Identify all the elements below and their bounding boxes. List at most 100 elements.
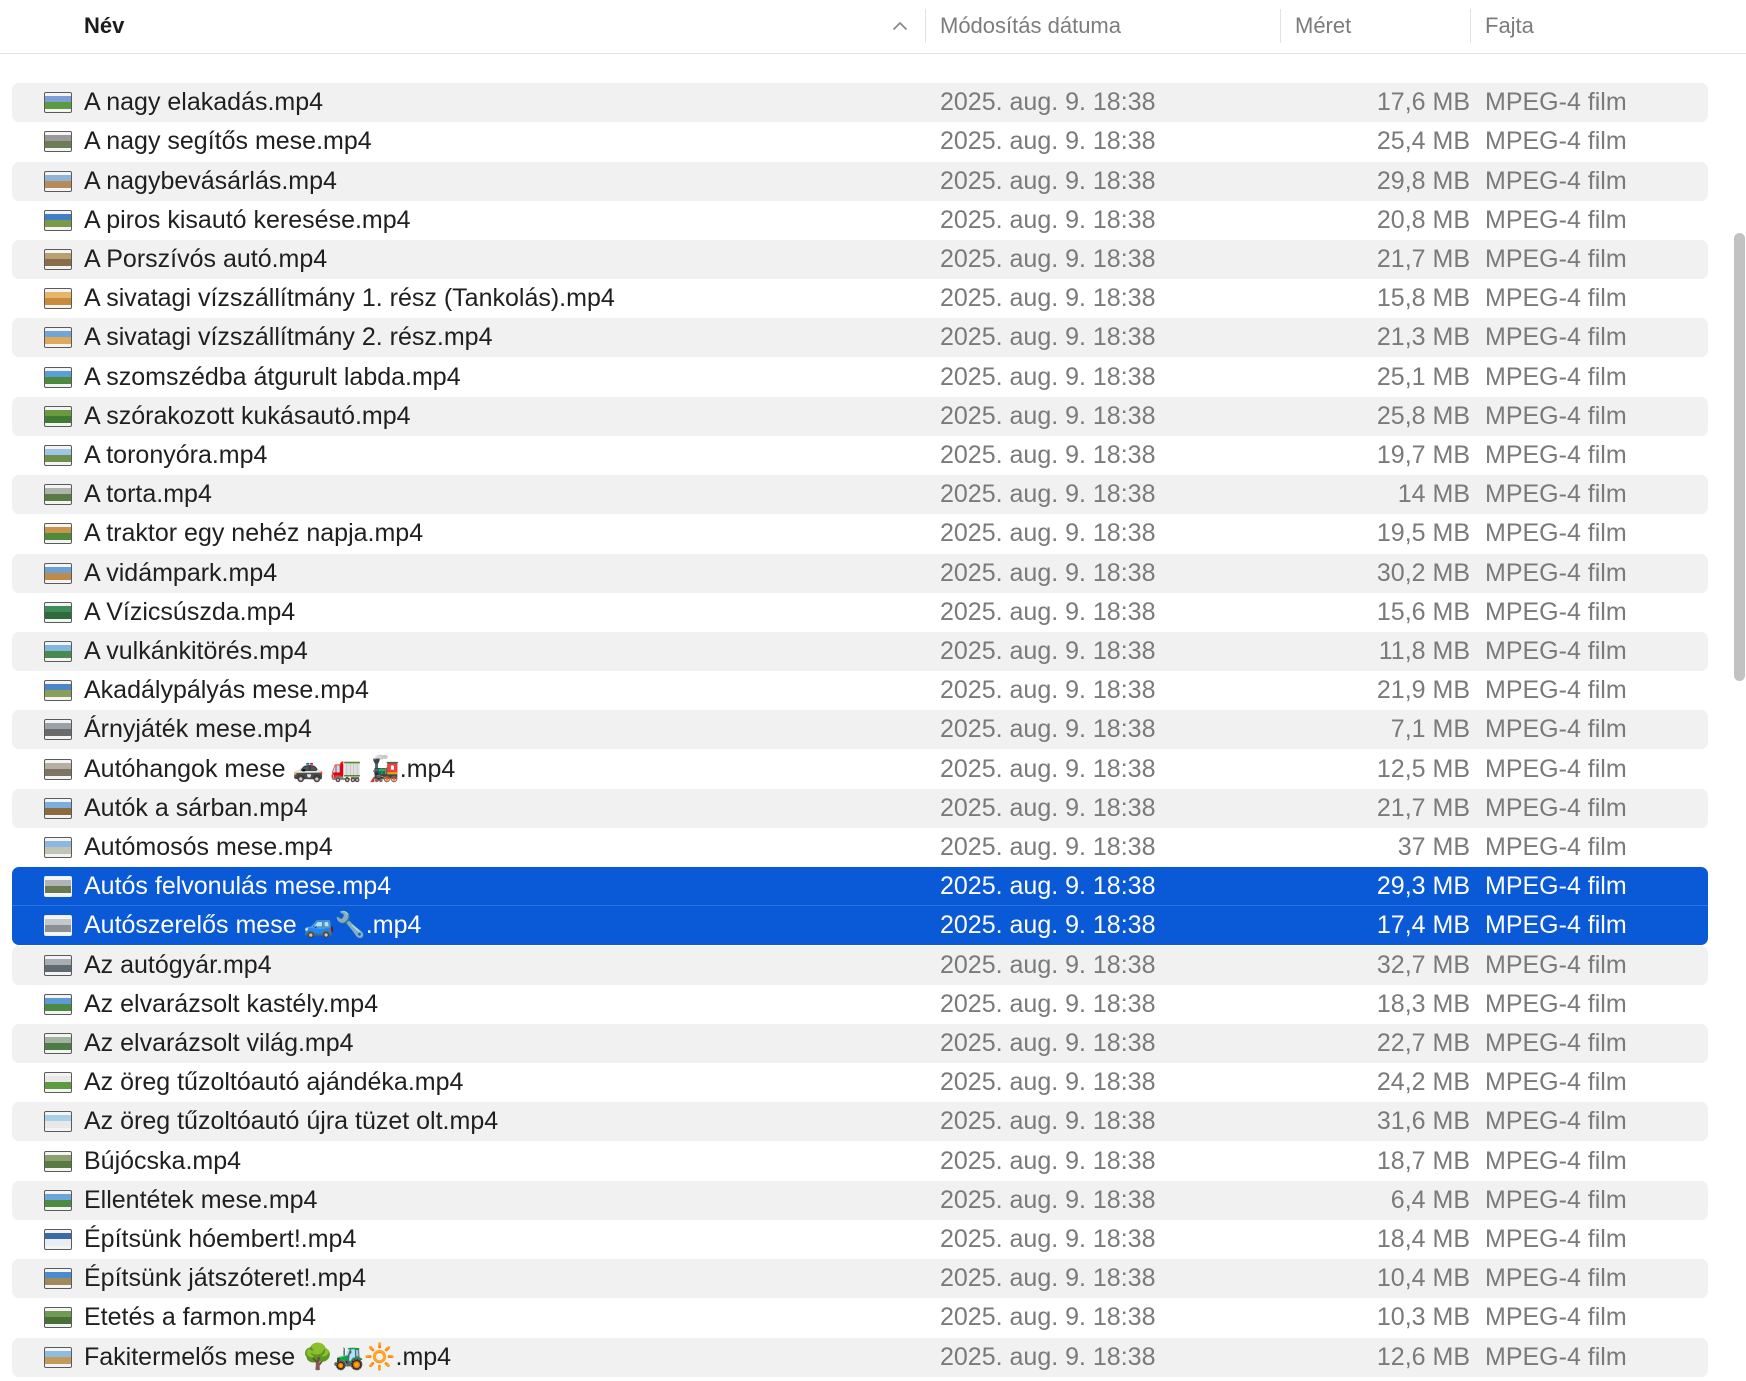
- file-kind: MPEG-4 film: [1485, 558, 1627, 587]
- column-header-kind[interactable]: Fajta: [1485, 0, 1534, 53]
- file-row[interactable]: Autós felvonulás mese.mp4 2025. aug. 9. 1…: [12, 867, 1708, 907]
- column-header-size[interactable]: Méret: [1295, 0, 1351, 53]
- video-thumbnail-icon: [44, 366, 72, 388]
- video-thumbnail-icon: [44, 92, 72, 114]
- file-row[interactable]: Árnyjáték mese.mp4 2025. aug. 9. 18:38 7,1…: [12, 710, 1708, 750]
- file-date-modified: 2025. aug. 9. 18:38: [940, 715, 1156, 744]
- column-header-name[interactable]: Név: [84, 0, 124, 53]
- file-row[interactable]: Az öreg tűzoltóautó ajándéka.mp4 2025. au…: [12, 1063, 1708, 1102]
- file-row[interactable]: Akadálypályás mese.mp4 2025. aug. 9. 18:3…: [12, 671, 1708, 710]
- file-name: A piros kisautó keresése.mp4: [84, 205, 411, 234]
- file-row[interactable]: A szórakozott kukásautó.mp4 2025. aug. 9.…: [12, 396, 1708, 436]
- video-thumbnail-icon: [44, 797, 72, 819]
- file-name: Autóhangok mese 🚓 🚛 🚂.mp4: [84, 754, 456, 783]
- file-name: Az elvarázsolt kastély.mp4: [84, 989, 379, 1018]
- file-row[interactable]: Autók a sárban.mp4 2025. aug. 9. 18:38 21,…: [12, 788, 1708, 828]
- file-size: 25,4 MB: [1376, 127, 1470, 156]
- sort-ascending-icon[interactable]: [890, 16, 910, 36]
- file-row[interactable]: A sivatagi vízszállítmány 1. rész (Tanko…: [12, 279, 1708, 318]
- file-date-modified: 2025. aug. 9. 18:38: [940, 245, 1156, 273]
- video-thumbnail-icon: [44, 641, 72, 662]
- file-kind: MPEG-4 film: [1485, 597, 1627, 626]
- file-row[interactable]: A vulkánkitörés.mp4 2025. aug. 9. 18:38 11…: [12, 632, 1708, 671]
- column-separator[interactable]: [1280, 9, 1281, 43]
- file-size: 18,3 MB: [1376, 989, 1470, 1018]
- column-separator[interactable]: [925, 9, 926, 43]
- video-thumbnail-icon: [44, 288, 72, 310]
- file-size: 10,4 MB: [1376, 1264, 1470, 1293]
- video-thumbnail-icon: [44, 209, 72, 231]
- file-row[interactable]: Az autógyár.mp4 2025. aug. 9. 18:38 32,7 M…: [12, 945, 1708, 985]
- file-size: 30,2 MB: [1376, 558, 1470, 587]
- file-row[interactable]: A piros kisautó keresése.mp4 2025. aug. 9…: [12, 201, 1708, 240]
- column-header-date-modified[interactable]: Módosítás dátuma: [940, 0, 1121, 53]
- file-kind: MPEG-4 film: [1485, 754, 1627, 783]
- file-name: A Porszívós autó.mp4: [84, 245, 328, 273]
- file-row[interactable]: A Porszívós autó.mp4 2025. aug. 9. 18:38 2…: [12, 240, 1708, 279]
- file-row[interactable]: Ellentétek mese.mp4 2025. aug. 9. 18:38 6,…: [12, 1180, 1708, 1220]
- file-size: 12,5 MB: [1376, 754, 1470, 783]
- column-header-bar: Név Módosítás dátuma Méret Fajta: [0, 0, 1746, 54]
- video-thumbnail-icon: [44, 445, 72, 466]
- file-size: 37 MB: [1397, 833, 1470, 861]
- file-row[interactable]: A toronyóra.mp4 2025. aug. 9. 18:38 19,7 M…: [12, 436, 1708, 475]
- file-date-modified: 2025. aug. 9. 18:38: [940, 754, 1156, 783]
- file-date-modified: 2025. aug. 9. 18:38: [940, 597, 1156, 626]
- file-date-modified: 2025. aug. 9. 18:38: [940, 127, 1156, 156]
- file-row[interactable]: A Vízicsúszda.mp4 2025. aug. 9. 18:38 15,6…: [12, 593, 1708, 632]
- file-row[interactable]: Autószerelős mese 🚙🔧.mp4 2025. aug. 9. 18…: [12, 906, 1708, 946]
- video-thumbnail-icon: [44, 601, 72, 623]
- file-row[interactable]: Autóhangok mese 🚓 🚛 🚂.mp4 2025. aug. 9. 1…: [12, 750, 1708, 789]
- file-date-modified: 2025. aug. 9. 18:38: [940, 637, 1156, 665]
- file-row[interactable]: Etetés a farmon.mp4 2025. aug. 9. 18:38 10…: [12, 1298, 1708, 1337]
- file-row[interactable]: Építsünk hóembert!.mp4 2025. aug. 9. 18:3…: [12, 1220, 1708, 1259]
- file-row[interactable]: Az öreg tűzoltóautó újra tüzet olt.mp4 20…: [12, 1102, 1708, 1142]
- file-kind: MPEG-4 film: [1485, 1146, 1627, 1175]
- file-kind: MPEG-4 film: [1485, 127, 1627, 156]
- file-row[interactable]: Építsünk játszóteret!.mp4 2025. aug. 9. 1…: [12, 1259, 1708, 1299]
- file-row[interactable]: A nagy segítős mese.mp4 2025. aug. 9. 18:…: [12, 122, 1708, 161]
- file-date-modified: 2025. aug. 9. 18:38: [940, 558, 1156, 587]
- file-name: Etetés a farmon.mp4: [84, 1303, 317, 1332]
- file-date-modified: 2025. aug. 9. 18:38: [940, 989, 1156, 1018]
- file-row[interactable]: Fakitermelős mese 🌳🚜🔆.mp4 2025. aug. 9. 1…: [12, 1337, 1708, 1377]
- file-kind: MPEG-4 film: [1485, 950, 1627, 979]
- file-name: A vidámpark.mp4: [84, 558, 278, 587]
- file-name: Farmos mese.mp4: [84, 1377, 292, 1381]
- vertical-scrollbar[interactable]: [1734, 233, 1745, 681]
- file-size: 25,1 MB: [1376, 362, 1470, 391]
- file-row[interactable]: A vidámpark.mp4 2025. aug. 9. 18:38 30,2 M…: [12, 553, 1708, 593]
- file-name: Bújócska.mp4: [84, 1146, 242, 1175]
- file-date-modified: 2025. aug. 9. 18:38: [940, 950, 1156, 979]
- file-row[interactable]: A traktor egy nehéz napja.mp4 2025. aug. …: [12, 514, 1708, 553]
- file-date-modified: 2025. aug. 9. 18:38: [940, 911, 1156, 940]
- file-row[interactable]: A torta.mp4 2025. aug. 9. 18:38 14 MB MPEG-…: [12, 475, 1708, 515]
- file-name: Fakitermelős mese 🌳🚜🔆.mp4: [84, 1342, 452, 1371]
- file-date-modified: 2025. aug. 9. 18:38: [940, 1068, 1156, 1097]
- file-row[interactable]: A nagybevásárlás.mp4 2025. aug. 9. 18:38 2…: [12, 161, 1708, 201]
- file-kind: MPEG-4 film: [1485, 1342, 1627, 1371]
- file-row[interactable]: A nagy elakadás.mp4 2025. aug. 9. 18:38 17…: [12, 83, 1708, 123]
- video-thumbnail-icon: [44, 1033, 72, 1054]
- column-separator[interactable]: [1470, 9, 1471, 43]
- file-row[interactable]: Az elvarázsolt kastély.mp4 2025. aug. 9. …: [12, 985, 1708, 1024]
- video-thumbnail-icon: [44, 876, 72, 898]
- file-size: 21,3 MB: [1376, 323, 1470, 352]
- file-name: A nagybevásárlás.mp4: [84, 166, 337, 195]
- file-row[interactable]: A sivatagi vízszállítmány 2. rész.mp4 202…: [12, 318, 1708, 358]
- file-row[interactable]: Az elvarázsolt világ.mp4 2025. aug. 9. 18…: [12, 1024, 1708, 1063]
- video-thumbnail-icon: [44, 1307, 72, 1329]
- file-date-modified: 2025. aug. 9. 18:38: [940, 1342, 1156, 1371]
- file-row[interactable]: Bújócska.mp4 2025. aug. 9. 18:38 18,7 MB MP…: [12, 1142, 1708, 1181]
- file-size: 21,9 MB: [1376, 676, 1470, 705]
- file-row[interactable]: Autómosós mese.mp4 2025. aug. 9. 18:38 37 …: [12, 828, 1708, 867]
- file-row[interactable]: A szomszédba átgurult labda.mp4 2025. aug…: [12, 358, 1708, 397]
- file-date-modified: 2025. aug. 9. 18:38: [940, 1303, 1156, 1332]
- file-size: 29,8 MB: [1376, 166, 1470, 195]
- file-kind: MPEG-4 film: [1485, 1225, 1627, 1253]
- file-size: 24,2 MB: [1376, 1068, 1470, 1097]
- video-thumbnail-icon: [44, 1346, 72, 1368]
- file-row[interactable]: Farmos mese.mp4 2025. aug. 9. 18:38 18,9 M…: [12, 1377, 1708, 1381]
- file-date-modified: 2025. aug. 9. 18:38: [940, 205, 1156, 234]
- video-thumbnail-icon: [44, 170, 72, 192]
